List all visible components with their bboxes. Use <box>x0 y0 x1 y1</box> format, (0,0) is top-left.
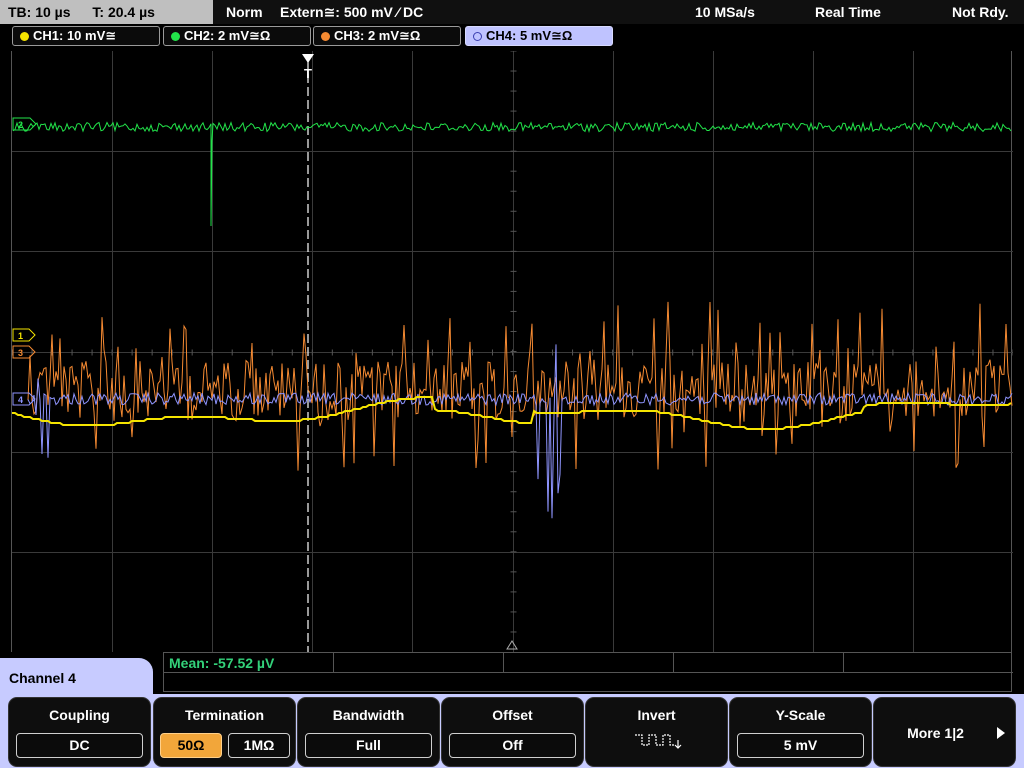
termination-title: Termination <box>184 707 265 723</box>
tab-ch2-label: CH2: 2 mV≅Ω <box>184 28 271 43</box>
ch1-marker[interactable]: 1 <box>12 328 36 342</box>
ch3-marker-label: 3 <box>18 348 23 358</box>
trigger-mode[interactable]: Norm <box>226 0 263 24</box>
tab-ch3-label: CH3: 2 mV≅Ω <box>334 28 421 43</box>
invert-waveform-icon <box>635 734 682 749</box>
bandwidth-value[interactable]: Full <box>305 733 432 758</box>
coupling-title: Coupling <box>49 707 110 723</box>
acquisition-mode[interactable]: Real Time <box>815 0 881 24</box>
horizontal-reference-icon <box>506 640 518 650</box>
tab-ch4-label: CH4: 5 mV≅Ω <box>486 28 573 43</box>
ch4-dot-icon <box>473 32 482 41</box>
invert-title: Invert <box>637 707 676 723</box>
timebase-value: TB: 10 µs <box>8 4 71 20</box>
measurement-area: Mean: -57.52 µV <box>163 652 1013 692</box>
more-softkey[interactable]: More 1|2 <box>873 697 1016 767</box>
ch2-dot-icon <box>171 32 180 41</box>
next-page-arrow-icon <box>997 727 1005 739</box>
yscale-title: Y-Scale <box>775 707 826 723</box>
panel-title: Channel 4 <box>0 658 153 698</box>
bandwidth-softkey[interactable]: Bandwidth Full <box>297 697 440 767</box>
mean-measurement[interactable]: Mean: -57.52 µV <box>169 655 274 671</box>
yscale-value[interactable]: 5 mV <box>737 733 864 758</box>
termination-1mohm-option[interactable]: 1MΩ <box>228 733 290 758</box>
more-label: More 1|2 <box>907 725 964 741</box>
tab-ch4[interactable]: CH4: 5 mV≅Ω <box>465 26 613 46</box>
trigger-source[interactable]: Extern≅: 500 mV ⁄ DC <box>280 0 423 24</box>
offset-softkey[interactable]: Offset Off <box>441 697 584 767</box>
timebase-box[interactable]: TB: 10 µs T: 20.4 µs <box>0 0 213 24</box>
channel-tabs: CH1: 10 mV≅ CH2: 2 mV≅Ω CH3: 2 mV≅Ω CH4:… <box>0 26 1024 48</box>
ready-state: Not Rdy. <box>952 4 1009 20</box>
trigger-time-value: T: 20.4 µs <box>92 4 155 20</box>
ch4-marker-label: 4 <box>18 395 23 405</box>
yscale-softkey[interactable]: Y-Scale 5 mV <box>729 697 872 767</box>
ch3-dot-icon <box>321 32 330 41</box>
termination-50ohm-option[interactable]: 50Ω <box>160 733 222 758</box>
offset-value[interactable]: Off <box>449 733 576 758</box>
ch1-marker-label: 1 <box>18 331 23 341</box>
coupling-value[interactable]: DC <box>16 733 143 758</box>
softkey-bar: Coupling DC Termination 50Ω 1MΩ Bandwidt… <box>0 694 1024 768</box>
offset-title: Offset <box>492 707 533 723</box>
ch3-trace <box>27 301 1013 471</box>
bandwidth-title: Bandwidth <box>332 707 405 723</box>
trigger-marker-label: T <box>304 66 312 81</box>
termination-softkey[interactable]: Termination 50Ω 1MΩ <box>153 697 296 767</box>
tab-ch1-label: CH1: 10 mV≅ <box>33 28 117 43</box>
ch2-trace <box>12 120 1012 227</box>
sample-rate: 10 MSa/s <box>695 4 755 20</box>
invert-softkey[interactable]: Invert <box>585 697 728 767</box>
traces <box>12 120 1013 519</box>
status-bar: TB: 10 µs T: 20.4 µs Norm Extern≅: 500 m… <box>0 0 1024 24</box>
tab-ch3[interactable]: CH3: 2 mV≅Ω <box>313 26 461 46</box>
waveform-display[interactable]: T 2 1 3 4 <box>11 51 1013 652</box>
ch1-dot-icon <box>20 32 29 41</box>
waveform-svg: T 2 1 3 4 <box>12 51 1013 652</box>
graticule <box>12 51 1013 652</box>
tab-ch2[interactable]: CH2: 2 mV≅Ω <box>163 26 311 46</box>
tab-ch1[interactable]: CH1: 10 mV≅ <box>12 26 160 46</box>
ch2-marker-label: 2 <box>18 120 23 130</box>
coupling-softkey[interactable]: Coupling DC <box>8 697 151 767</box>
